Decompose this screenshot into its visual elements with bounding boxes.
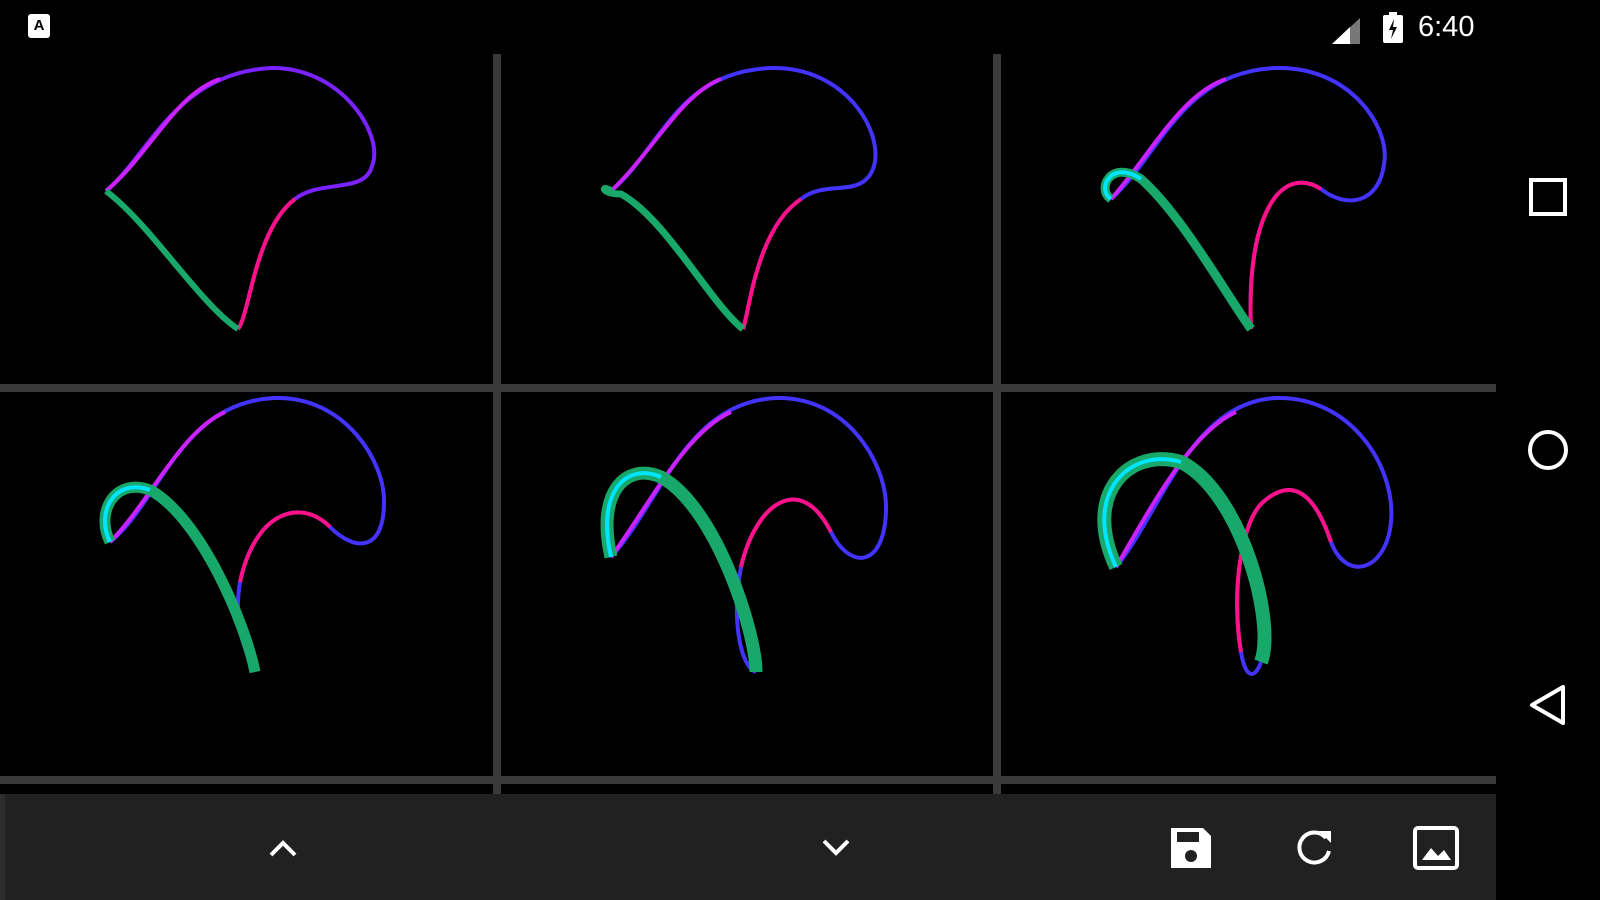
grid-divider <box>493 54 501 794</box>
chevron-up-icon <box>269 840 297 857</box>
back-button[interactable] <box>1508 665 1588 745</box>
save-icon <box>1171 828 1211 868</box>
home-button[interactable] <box>1508 410 1588 490</box>
square-icon <box>1529 178 1567 216</box>
gallery-button[interactable] <box>1400 812 1472 884</box>
curve-drawing <box>104 65 377 332</box>
app-notification-icon: A <box>28 14 50 38</box>
curve-thumbnail[interactable] <box>1001 54 1496 384</box>
battery-charging-icon <box>1383 12 1403 43</box>
chevron-down-icon <box>822 839 850 856</box>
curve-thumbnail[interactable] <box>501 392 993 776</box>
curve-thumbnail[interactable] <box>0 54 493 384</box>
navigation-bar <box>1496 0 1600 900</box>
circle-icon <box>1528 430 1568 470</box>
curve-thumbnail[interactable] <box>501 54 993 384</box>
grid-divider <box>0 776 1496 784</box>
refresh-icon <box>1297 830 1331 865</box>
scroll-up-button[interactable] <box>247 812 319 884</box>
cell-signal-icon <box>1332 18 1360 44</box>
scroll-down-button[interactable] <box>800 812 872 884</box>
triangle-back-icon <box>1530 685 1565 725</box>
curve-drawing <box>1097 395 1394 676</box>
recents-button[interactable] <box>1508 157 1588 237</box>
grid-divider <box>993 54 1001 794</box>
status-time: 6:40 <box>1418 11 1475 43</box>
status-bar: A 6:40 <box>0 0 1496 54</box>
grid-divider <box>0 384 1496 392</box>
save-button[interactable] <box>1155 812 1227 884</box>
curve-drawing <box>1100 65 1387 332</box>
curve-grid <box>0 54 1496 794</box>
refresh-button[interactable] <box>1278 812 1350 884</box>
curve-thumbnail[interactable] <box>1001 392 1496 776</box>
bottom-toolbar <box>0 794 1496 900</box>
image-icon <box>1413 826 1459 870</box>
curve-drawing <box>99 395 387 674</box>
curve-thumbnail[interactable] <box>0 392 493 776</box>
curve-drawing <box>600 65 878 332</box>
toolbar-edge <box>0 794 5 900</box>
curve-drawing <box>600 395 889 674</box>
